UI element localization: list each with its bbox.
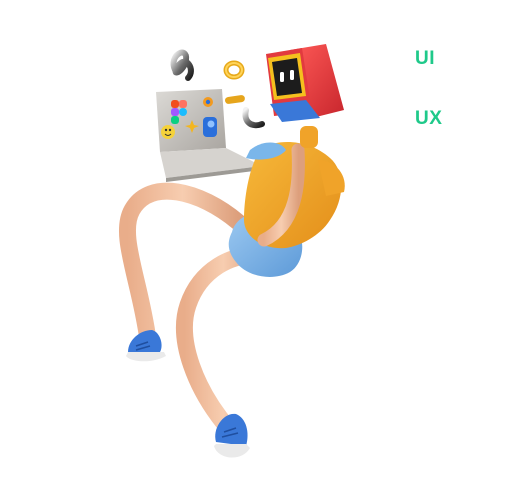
ui-label: UI [415,48,435,69]
left-shoe [126,330,166,362]
neck [300,126,318,148]
ux-label: UX [415,108,443,129]
squiggle-icon [170,49,194,81]
hook-icon [242,107,265,129]
tube-icon [224,95,245,104]
right-leg [176,246,271,437]
character-illustration [118,44,345,458]
illustration-stage: UI UX [0,0,522,495]
p-logo-icon [203,117,217,137]
smiley-icon [161,125,175,139]
orbit-icon [203,97,213,107]
laptop [156,89,262,182]
monitor-head [266,44,344,122]
ring-icon [223,60,245,80]
